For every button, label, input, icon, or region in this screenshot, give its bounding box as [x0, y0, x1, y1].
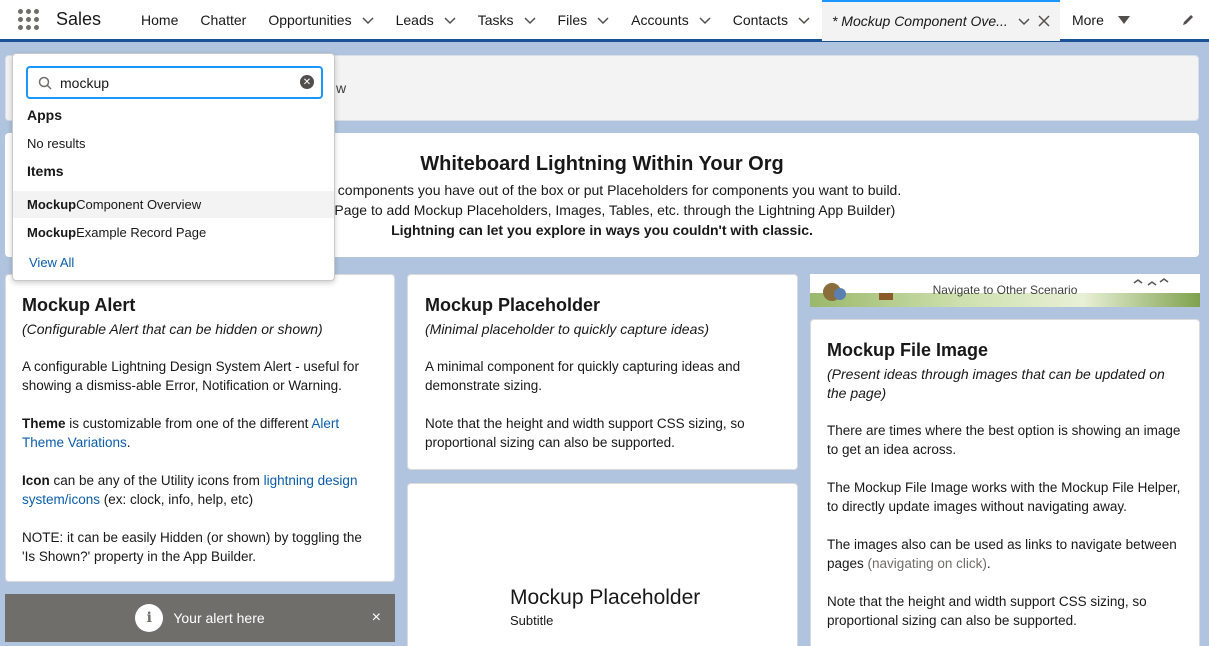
sample-alert: i Your alert here ×: [5, 594, 395, 642]
placeholder-box: [407, 483, 798, 646]
chevron-down-icon[interactable]: [524, 14, 536, 26]
search-field[interactable]: ✕: [26, 66, 323, 99]
nav-more-label: More: [1071, 11, 1104, 28]
app-name: Sales: [56, 9, 102, 29]
close-icon[interactable]: [1038, 15, 1050, 27]
card-paragraph: The Mockup File Image works with the Moc…: [827, 480, 1181, 514]
app-launcher-search-dropdown: ✕ Apps No results Items Mockup Component…: [12, 53, 335, 281]
card-subtitle: (Minimal placeholder to quickly capture …: [425, 321, 710, 337]
clear-search-icon[interactable]: ✕: [300, 75, 314, 89]
nav-item-leads[interactable]: Leads: [386, 0, 468, 41]
view-all-link[interactable]: View All: [29, 255, 74, 270]
card-paragraph: Theme is customizable from one of the di…: [22, 414, 378, 452]
paragraph-text: .: [986, 556, 991, 571]
card-paragraph: A configurable Lightning Design System A…: [22, 359, 359, 393]
nav-item-opportunities[interactable]: Opportunities: [258, 0, 385, 41]
result-text: Example Record Page: [76, 225, 207, 240]
no-results-text: No results: [27, 136, 86, 151]
alert-text: Your alert here: [173, 610, 265, 626]
global-nav-bar: Sales Home Chatter Opportunities Leads T…: [0, 0, 1209, 42]
chevron-down-icon[interactable]: [362, 14, 374, 26]
chevron-down-icon[interactable]: [798, 14, 810, 26]
close-icon[interactable]: ×: [372, 609, 381, 627]
caret-down-icon: [1117, 15, 1130, 24]
info-icon: i: [135, 604, 164, 632]
nav-item-label: Files: [557, 11, 588, 28]
paragraph-text: is customizable from one of the differen…: [65, 416, 312, 431]
tab-label: * Mockup Component Ove...: [831, 13, 1008, 29]
card-title: Mockup Alert: [22, 295, 136, 315]
app-launcher-button[interactable]: [0, 0, 56, 41]
card-subtitle: (Configurable Alert that can be hidden o…: [22, 321, 323, 337]
paragraph-text: (ex: clock, info, help, etc): [100, 492, 254, 507]
navigating-on-click-link[interactable]: (navigating on click): [868, 556, 987, 571]
search-result-item[interactable]: Mockup Component Overview: [13, 191, 334, 218]
search-icon: [38, 76, 52, 90]
search-result-item[interactable]: Mockup Example Record Page: [13, 219, 334, 246]
nav-item-label: Tasks: [477, 11, 514, 28]
nav-item-label: Contacts: [732, 11, 788, 28]
card-paragraph: NOTE: it can be easily Hidden (or shown)…: [22, 530, 362, 564]
nav-item-contacts[interactable]: Contacts: [723, 0, 822, 41]
nav-item-label: Accounts: [631, 11, 689, 28]
navigate-scenario-banner[interactable]: Navigate to Other Scenario: [810, 274, 1200, 307]
bold-text: Theme: [22, 416, 66, 431]
bold-text: Icon: [22, 473, 50, 488]
paragraph-text: .: [126, 435, 131, 450]
result-match-text: Mockup: [27, 197, 77, 212]
nav-item-accounts[interactable]: Accounts: [621, 0, 723, 41]
search-input[interactable]: [60, 74, 290, 91]
mockup-file-image-card: Mockup File Image (Present ideas through…: [810, 319, 1200, 646]
card-title: Mockup File Image: [827, 340, 989, 360]
nav-more-menu[interactable]: More: [1060, 0, 1142, 41]
edit-pencil-icon[interactable]: [1181, 13, 1195, 27]
card-paragraph: Note that the height and width support C…: [827, 594, 1147, 628]
nav-item-files[interactable]: Files: [548, 0, 622, 41]
nav-item-label: Opportunities: [268, 11, 352, 28]
nav-item-label: Leads: [395, 11, 434, 28]
nav-item-tasks[interactable]: Tasks: [468, 0, 548, 41]
placeholder-subtitle: Subtitle: [510, 613, 554, 628]
card-paragraph: The images also can be used as links to …: [827, 535, 1183, 573]
mockup-placeholder-card: Mockup Placeholder (Minimal placeholder …: [407, 274, 798, 470]
card-paragraph: Icon can be any of the Utility icons fro…: [22, 471, 378, 509]
app-launcher-icon: [17, 9, 39, 30]
items-section-header: Items: [27, 163, 64, 179]
mockup-alert-card: Mockup Alert (Configurable Alert that ca…: [5, 274, 395, 582]
card-paragraph: There are times where the best option is…: [827, 423, 1181, 457]
card-paragraph: A minimal component for quickly capturin…: [425, 359, 741, 393]
nav-item-label: Home: [141, 11, 179, 28]
chevron-down-icon[interactable]: [1018, 15, 1030, 27]
card-paragraph: Note that the height and width support C…: [425, 416, 745, 450]
paragraph-text: can be any of the Utility icons from: [49, 473, 264, 488]
nav-item-home[interactable]: Home: [131, 0, 190, 41]
page-header-text: w: [336, 80, 347, 96]
banner-text: Navigate to Other Scenario: [932, 283, 1078, 297]
placeholder-title: Mockup Placeholder: [510, 586, 701, 609]
nav-item-label: Chatter: [200, 11, 247, 28]
apps-section-header: Apps: [27, 107, 62, 123]
chevron-down-icon[interactable]: [444, 14, 456, 26]
card-subtitle: (Present ideas through images that can b…: [827, 366, 1165, 401]
tab-mockup-component-overview[interactable]: * Mockup Component Ove...: [821, 0, 1060, 41]
result-match-text: Mockup: [27, 225, 77, 240]
chevron-down-icon[interactable]: [699, 14, 711, 26]
card-title: Mockup Placeholder: [425, 295, 601, 315]
result-text: Component Overview: [76, 197, 202, 212]
chevron-down-icon[interactable]: [597, 14, 609, 26]
nav-item-chatter[interactable]: Chatter: [190, 0, 258, 41]
